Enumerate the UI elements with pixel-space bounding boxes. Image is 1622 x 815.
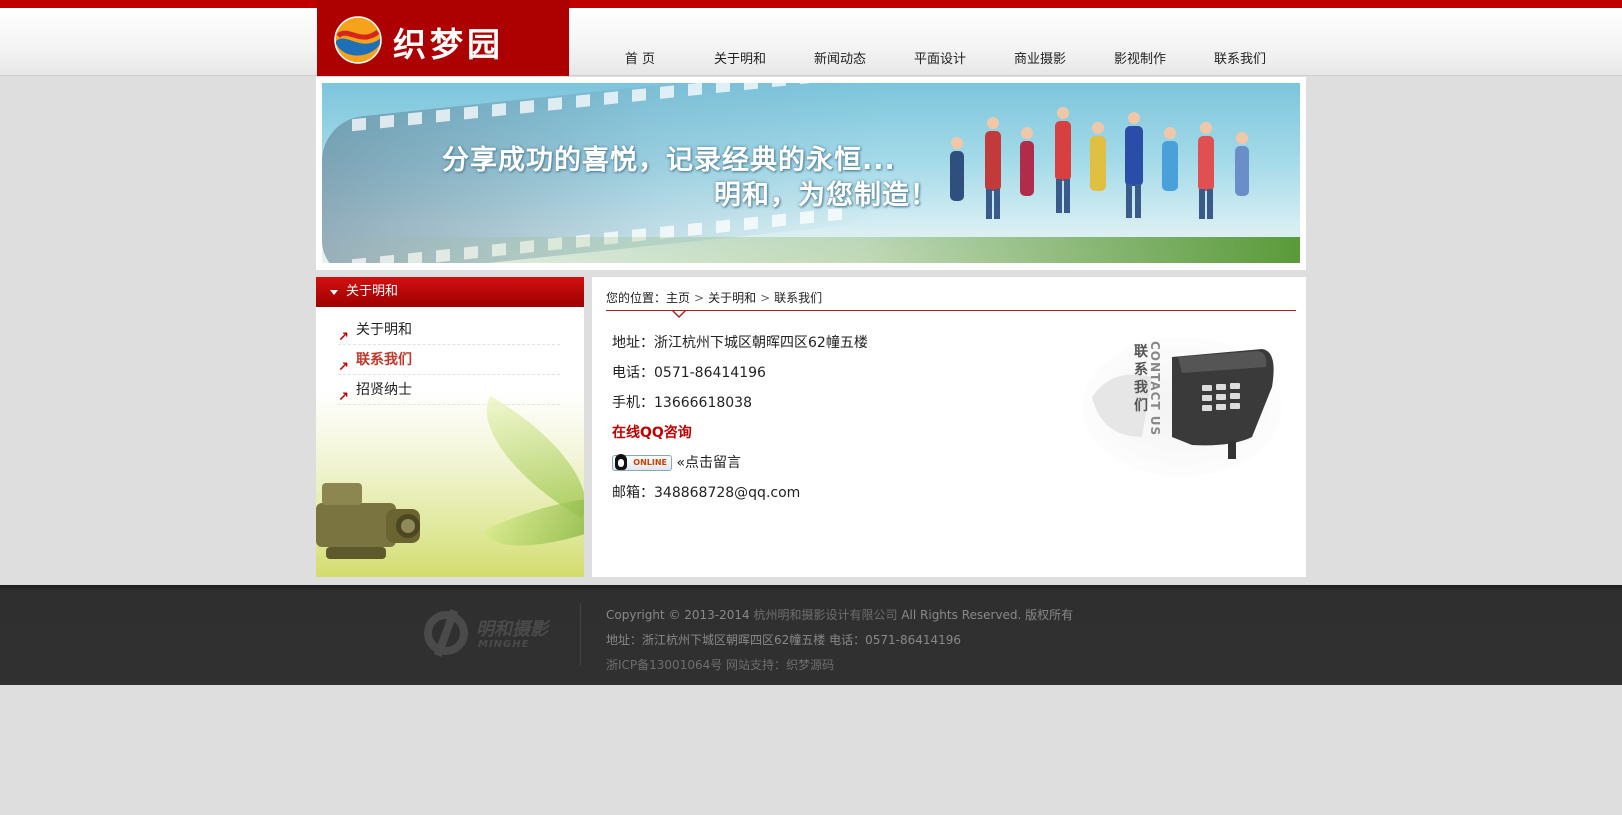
triangle-down-icon: [330, 290, 338, 295]
qq-online-button[interactable]: ONLINE: [612, 454, 672, 471]
banner-slogan-line1: 分享成功的喜悦，记录经典的永恒...: [442, 145, 896, 176]
sidebar-item-label: 招贤纳士: [356, 382, 412, 398]
footer-address: 地址：浙江杭州下城区朝晖四区62幢五楼 电话：0571-86414196: [606, 633, 962, 647]
footer-text: Copyright © 2013-2014 杭州明和摄影设计有限公司 All R…: [606, 603, 1073, 678]
site-logo[interactable]: 织梦园: [317, 0, 569, 76]
qq-consult-title: 在线QQ咨询: [612, 425, 692, 441]
chevron-right-icon: >: [760, 291, 771, 305]
footer-logo: 明和摄影 MINGHE: [420, 607, 560, 659]
sidebar-item-jobs[interactable]: ↗ 招贤纳士: [338, 375, 560, 405]
breadcrumb-section-link[interactable]: 关于明和: [708, 291, 756, 305]
banner-slogan-line2: 明和，为您制造！: [714, 180, 938, 211]
banner-frame: 分享成功的喜悦，记录经典的永恒... 明和，为您制造！: [316, 77, 1306, 270]
contact-email: 邮箱：348868728@qq.com: [612, 485, 801, 501]
breadcrumb-current: 联系我们: [774, 291, 823, 305]
nav-item-graphic-design[interactable]: 平面设计: [890, 48, 990, 67]
nav-item-news[interactable]: 新闻动态: [790, 48, 890, 67]
breadcrumb-notch-inner: [674, 311, 684, 316]
main-content: 您的位置：主页 > 关于明和 > 联系我们 地址：浙江杭州下城区朝晖四区62幢五楼 电话…: [592, 277, 1306, 577]
footer-logo-text: 明和摄影: [476, 619, 548, 640]
top-header: 织梦园 首 页 关于明和 新闻动态 平面设计 商业摄影 影视制作 联系我们: [0, 0, 1622, 76]
sidebar-title: 关于明和: [346, 284, 399, 299]
support-prefix: 网站支持：: [722, 658, 787, 672]
nav-item-about[interactable]: 关于明和: [690, 48, 790, 67]
contact-info: 地址：浙江杭州下城区朝晖四区62幢五楼 电话：0571-86414196 手机：…: [612, 333, 868, 513]
sidebar-item-about[interactable]: ↗ 关于明和: [338, 315, 560, 345]
qq-penguin-icon: [615, 454, 627, 470]
grass-graphic: [322, 237, 1300, 263]
support-link[interactable]: 织梦源码: [786, 658, 834, 672]
contact-phone: 电话：0571-86414196: [612, 365, 766, 381]
footer-logo-icon: [424, 609, 468, 657]
leaf-graphic: [460, 396, 584, 518]
chevron-right-icon: >: [694, 291, 705, 305]
breadcrumb: 您的位置：主页 > 关于明和 > 联系我们: [606, 289, 1296, 311]
nav-item-video[interactable]: 影视制作: [1090, 48, 1190, 67]
sidebar-header: 关于明和: [316, 277, 584, 307]
logo-text: 织梦园: [393, 25, 504, 64]
jumping-people-graphic: [950, 107, 1249, 219]
copyright-prefix: Copyright © 2013-2014: [606, 608, 754, 622]
footer-logo-sub: MINGHE: [478, 639, 530, 650]
main-nav: 首 页 关于明和 新闻动态 平面设计 商业摄影 影视制作 联系我们: [590, 48, 1290, 67]
logo-emblem-icon: [334, 16, 382, 64]
copyright-suffix: All Rights Reserved. 版权所有: [897, 608, 1074, 622]
nav-item-contact[interactable]: 联系我们: [1190, 48, 1290, 67]
icp-link[interactable]: 浙ICP备13001064号: [606, 658, 722, 672]
banner-image: 分享成功的喜悦，记录经典的永恒... 明和，为您制造！: [322, 83, 1300, 263]
sidebar-menu: ↗ 关于明和 ↗ 联系我们 ↗ 招贤纳士: [338, 315, 560, 405]
telephone-graphic: [1082, 337, 1282, 477]
contact-graphic-en: CONTACT US: [1148, 341, 1162, 437]
qq-badge-label: ONLINE: [633, 458, 667, 467]
footer: 明和摄影 MINGHE Copyright © 2013-2014 杭州明和摄影…: [0, 585, 1622, 685]
sidebar-item-contact[interactable]: ↗ 联系我们: [338, 345, 560, 375]
footer-icp: 浙ICP备13001064号 网站支持：织梦源码: [606, 653, 1073, 678]
breadcrumb-prefix: 您的位置：: [606, 291, 667, 305]
video-camera-graphic: [316, 483, 420, 559]
leave-message-link[interactable]: «点击留言: [676, 455, 741, 471]
arrow-up-right-icon: ↗: [338, 390, 349, 405]
sidebar-item-label: 联系我们: [356, 352, 412, 368]
breadcrumb-home-link[interactable]: 主页: [666, 291, 690, 305]
nav-item-commercial-photo[interactable]: 商业摄影: [990, 48, 1090, 67]
contact-address: 地址：浙江杭州下城区朝晖四区62幢五楼: [612, 335, 868, 351]
sidebar: 关于明和 ↗ 关于明和 ↗ 联系我们 ↗ 招贤纳士: [316, 277, 584, 577]
sidebar-item-label: 关于明和: [356, 322, 412, 338]
contact-mobile: 手机：13666618038: [612, 395, 752, 411]
company-link[interactable]: 杭州明和摄影设计有限公司: [754, 608, 898, 622]
footer-divider: [580, 603, 581, 665]
nav-item-home[interactable]: 首 页: [590, 48, 690, 67]
footer-copyright: Copyright © 2013-2014 杭州明和摄影设计有限公司 All R…: [606, 603, 1073, 628]
qq-row: ONLINE «点击留言: [612, 453, 868, 483]
